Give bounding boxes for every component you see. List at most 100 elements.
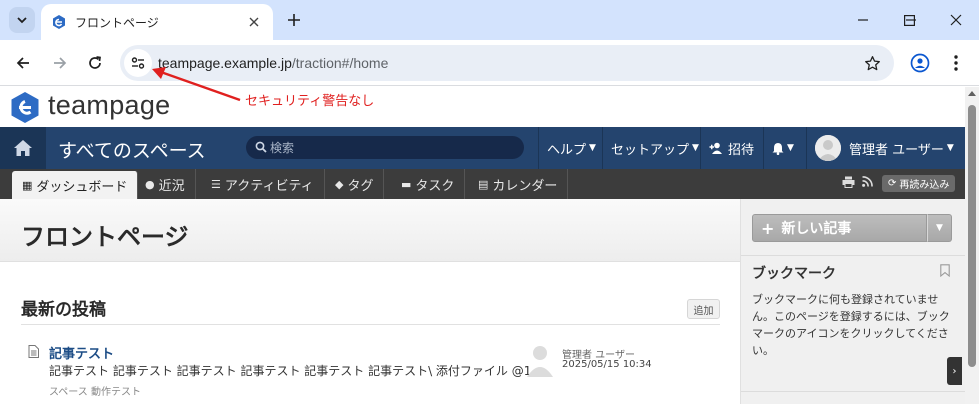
- refresh-icon: ⟳: [888, 178, 897, 189]
- add-user-icon: [709, 142, 722, 154]
- minimize-button-2[interactable]: [840, 0, 886, 40]
- back-button[interactable]: [9, 49, 37, 77]
- page-header: フロントページ: [0, 199, 740, 262]
- divider: [741, 391, 966, 392]
- list-item: 記事テスト 記事テスト 記事テスト 記事テスト 記事テスト 記事テスト 記事テス…: [28, 343, 728, 399]
- maximize-button[interactable]: [886, 0, 932, 40]
- list-icon: ☰: [211, 177, 221, 191]
- add-button[interactable]: 追加: [687, 299, 720, 319]
- section-title: 最新の投稿: [21, 300, 106, 320]
- bookmark-description: ブックマークに何も登録されていません。このページを登録するには、ブックマークのア…: [752, 293, 950, 357]
- new-tab-button[interactable]: [282, 8, 306, 32]
- close-icon: [950, 14, 962, 26]
- browser-menu-button[interactable]: [942, 49, 970, 77]
- rss-button[interactable]: [862, 176, 873, 187]
- browser-tabstrip: フロントページ: [0, 0, 979, 40]
- avatar: [815, 135, 841, 161]
- invite-button[interactable]: 招待: [700, 127, 762, 169]
- search-input[interactable]: 検索: [246, 136, 524, 159]
- reload-page-button[interactable]: ⟳ 再読み込み: [882, 175, 956, 192]
- account-icon: [910, 53, 930, 73]
- sidebar-toggle-button[interactable]: ›: [947, 357, 962, 385]
- view-tabs: ▦ ダッシュボード ● 近況 ☰ アクティビティ ◆ タグ ▬ タスク ▤ カレンダー ⟳ 再…: [0, 169, 965, 199]
- logo-text[interactable]: teampage: [48, 90, 171, 121]
- tab-activity[interactable]: ☰ アクティビティ: [201, 169, 325, 199]
- help-label: ヘルプ: [547, 142, 587, 158]
- caret-down-icon: ▼: [589, 143, 596, 153]
- chat-icon: ●: [145, 177, 155, 191]
- teampage-favicon-icon: [53, 15, 65, 29]
- post-space[interactable]: スペース 動作テスト: [49, 383, 141, 398]
- search-icon: [255, 141, 267, 153]
- tab-label: タスク: [415, 178, 455, 194]
- tune-icon: [131, 57, 145, 69]
- page-scrollbar[interactable]: [965, 87, 979, 404]
- print-button[interactable]: [842, 176, 855, 188]
- bookmark-star-button[interactable]: [860, 51, 884, 75]
- setup-menu[interactable]: セットアップ ▼: [602, 127, 707, 169]
- user-menu[interactable]: 管理者 ユーザー ▼: [806, 127, 962, 169]
- forward-button[interactable]: [46, 49, 74, 77]
- post-title-link[interactable]: 記事テスト: [49, 343, 114, 362]
- url-host: teampage.example.jp: [158, 55, 292, 71]
- new-article-label: 新しい記事: [781, 221, 852, 237]
- annotation-label: セキュリティ警告なし: [245, 94, 375, 109]
- invite-label: 招待: [728, 142, 755, 158]
- star-icon: [864, 55, 880, 70]
- setup-label: セットアップ: [611, 142, 690, 158]
- brand-bar: teampage: [0, 87, 965, 127]
- user-name: 管理者 ユーザー: [849, 142, 944, 158]
- reload-button[interactable]: [81, 49, 109, 77]
- main-content: フロントページ 最新の投稿 追加 記事テスト 記事テスト 記事テスト 記事テスト…: [0, 199, 740, 404]
- browser-tab[interactable]: フロントページ: [41, 4, 273, 40]
- url-text: teampage.example.jp/traction#/home: [158, 55, 388, 71]
- bookmark-title: ブックマーク: [752, 266, 836, 282]
- tab-tags[interactable]: ◆ タグ: [325, 169, 385, 199]
- bookmark-icon[interactable]: [940, 264, 950, 277]
- plus-icon: +: [761, 218, 775, 238]
- grid-icon: ▦: [22, 178, 33, 192]
- tab-label: タグ: [347, 178, 374, 194]
- tab-recent[interactable]: ● 近況: [135, 169, 196, 199]
- document-icon: [28, 345, 39, 358]
- bell-icon: [772, 142, 784, 155]
- tab-tasks[interactable]: ▬ タスク: [391, 169, 466, 199]
- help-menu[interactable]: ヘルプ ▼: [538, 127, 604, 169]
- tab-search-button[interactable]: [9, 7, 35, 33]
- new-article-dropdown[interactable]: ▼: [927, 214, 952, 242]
- url-path: /traction#/home: [291, 55, 389, 71]
- notifications-menu[interactable]: ▼: [763, 127, 802, 169]
- tab-label: カレンダー: [492, 178, 558, 194]
- default-avatar-icon: [815, 135, 841, 161]
- task-icon: ▬: [401, 177, 412, 191]
- calendar-icon: ▤: [478, 177, 489, 191]
- tab-title: フロントページ: [75, 15, 159, 30]
- new-article-button[interactable]: + 新しい記事: [752, 214, 927, 242]
- search-placeholder: 検索: [270, 141, 295, 155]
- teampage-logo-icon: [11, 92, 39, 123]
- reload-label: 再読み込み: [899, 180, 950, 191]
- reload-icon: [89, 56, 101, 69]
- plus-icon: [288, 14, 300, 26]
- profile-button[interactable]: [906, 49, 934, 77]
- sidebar: + 新しい記事 ▼ ブックマーク ブックマークに何も登録されていません。このページ…: [740, 199, 966, 404]
- tab-label: ダッシュボード: [36, 179, 128, 195]
- divider: [741, 255, 966, 256]
- post-excerpt: 記事テスト 記事テスト 記事テスト 記事テスト 記事テスト 記事テスト\ 添付フ…: [49, 364, 532, 378]
- scroll-up-arrow-icon[interactable]: [968, 91, 976, 96]
- tab-label: アクティビティ: [224, 178, 314, 194]
- author-avatar-icon: [527, 346, 553, 377]
- close-tab-icon[interactable]: [245, 13, 263, 31]
- divider: [21, 324, 720, 325]
- rss-icon: [862, 176, 873, 187]
- scroll-thumb[interactable]: [968, 105, 976, 367]
- address-bar[interactable]: teampage.example.jp/traction#/home: [120, 45, 894, 81]
- tab-dashboard[interactable]: ▦ ダッシュボード: [12, 171, 139, 199]
- space-selector[interactable]: すべてのスペース: [58, 136, 206, 163]
- tab-calendar[interactable]: ▤ カレンダー: [468, 169, 569, 199]
- close-window-button[interactable]: [933, 0, 979, 40]
- site-info-button[interactable]: [124, 49, 152, 77]
- top-navbar: すべてのスペース 検索 ヘルプ ▼ セットアップ ▼ 招待 ▼ 管理者 ユーザー ▼: [0, 127, 965, 169]
- chevron-right-icon: ›: [952, 365, 957, 377]
- home-button[interactable]: [0, 127, 46, 169]
